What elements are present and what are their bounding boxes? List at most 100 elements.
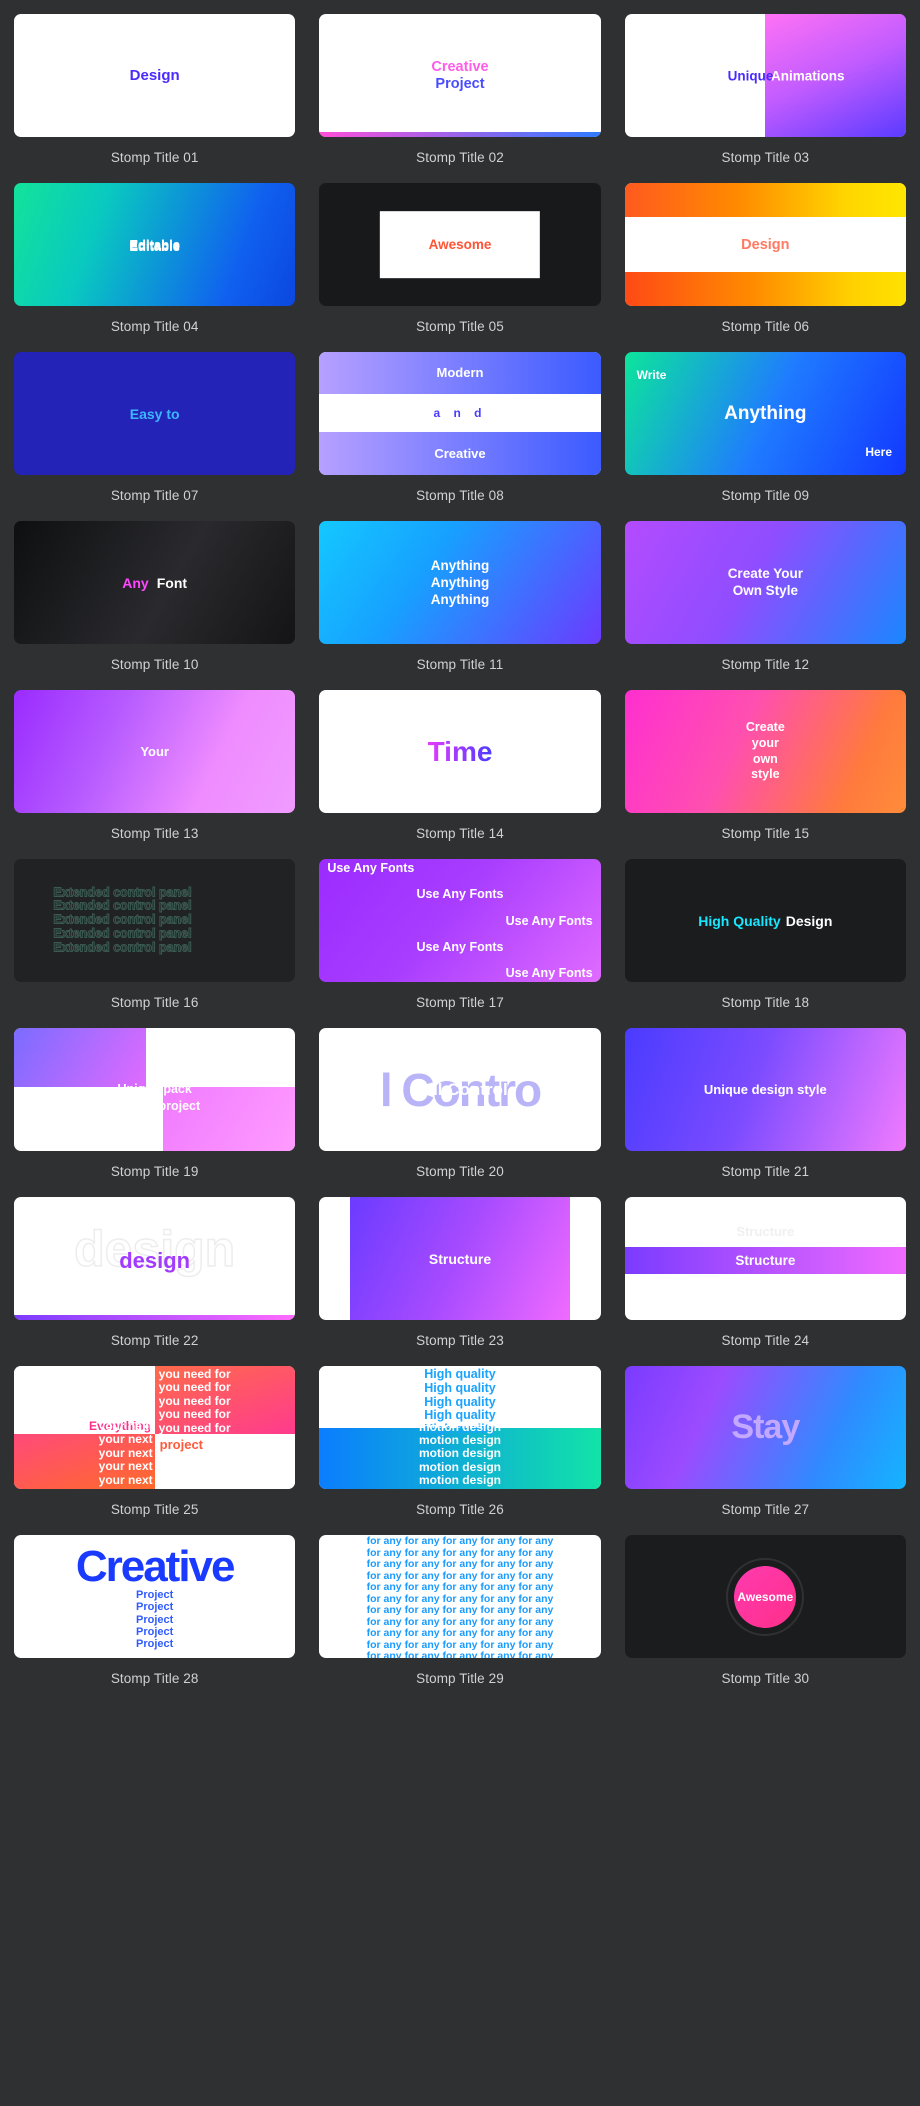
card-headline-line4: Use Any Fonts (416, 939, 504, 954)
template-card[interactable]: Unique Animations Stomp Title 03 (624, 14, 906, 183)
card-headline-group: Project Project Project Project Project (14, 1589, 295, 1656)
card-caption: Stomp Title 25 (110, 1502, 199, 1517)
thumbnail-preview[interactable]: Your (14, 690, 296, 813)
thumbnail-preview[interactable]: you need for you need for you need for y… (14, 1366, 296, 1489)
thumbnail-preview[interactable]: Use Any Fonts Use Any Fonts Use Any Font… (319, 859, 601, 982)
card-caption: Stomp Title 11 (416, 657, 504, 672)
card-headline-line3: own (752, 751, 778, 766)
template-card[interactable]: Create Your Own Style Stomp Title 12 (624, 521, 906, 690)
thumbnail-preview[interactable]: Modern a n d Creative (319, 352, 601, 475)
card-headline-line4: Extended control panel (53, 926, 192, 941)
template-card[interactable]: Create your own style Stomp Title 15 (624, 690, 906, 859)
template-card[interactable]: Awesome Stomp Title 30 (624, 1535, 906, 1704)
gradient-block-left (14, 1028, 147, 1088)
thumbnail-preview[interactable]: Create Your Own Style (624, 521, 906, 644)
thumbnail-preview[interactable]: Time (319, 690, 601, 813)
template-card[interactable]: Stay Stomp Title 27 (624, 1366, 906, 1535)
thumbnail-preview[interactable]: Any Font (14, 521, 296, 644)
card-headline-line1: High Quality (698, 912, 781, 929)
card-headline-line2: a n d (433, 405, 487, 420)
thumbnail-preview[interactable]: High quality High quality High quality H… (319, 1366, 601, 1489)
thumbnail-preview[interactable]: Editable Editable Editable (14, 183, 296, 306)
template-card[interactable]: High quality High quality High quality H… (319, 1366, 601, 1535)
band-top: Modern (319, 352, 601, 394)
template-card[interactable]: Extended control panel Extended control … (14, 859, 296, 1028)
template-card[interactable]: for any for any for any for any for any … (319, 1535, 601, 1704)
card-headline-group: Editable Editable Editable (105, 237, 205, 254)
thumbnail-preview[interactable]: Design (14, 14, 296, 137)
card-headline-line1: Anything (430, 557, 490, 573)
template-card[interactable]: Time Stomp Title 14 (319, 690, 601, 859)
template-card[interactable]: High Quality Design Stomp Title 18 (624, 859, 906, 1028)
card-caption: Stomp Title 07 (110, 488, 199, 503)
template-card[interactable]: Your Stomp Title 13 (14, 690, 296, 859)
card-headline-group: Extended control panel Extended control … (53, 885, 192, 955)
card-headline-group-bottom: motion design motion design motion desig… (319, 1420, 600, 1487)
template-card[interactable]: Anything Anything Anything Stomp Title 1… (319, 521, 601, 690)
card-headline-line2: you need for (158, 1380, 231, 1395)
card-caption: Stomp Title 01 (110, 150, 199, 165)
card-headline-group: Anything Anything Anything (431, 557, 490, 609)
template-card[interactable]: Write Anything Here Stomp Title 09 (624, 352, 906, 521)
thumbnail-preview[interactable]: Anything Anything Anything (319, 521, 601, 644)
template-gallery-grid: Design Stomp Title 01 Creative Project S… (14, 14, 906, 1704)
template-card[interactable]: Creative Project Project Project Project… (14, 1535, 296, 1704)
gradient-panel: Structure (350, 1197, 570, 1320)
template-card[interactable]: Awesome Stomp Title 05 (319, 183, 601, 352)
card-headline-line1: High quality (424, 1367, 496, 1381)
card-headline-line3: Project (136, 1613, 174, 1626)
thumbnail-preview[interactable]: for any for any for any for any for any … (319, 1535, 601, 1658)
thumbnail-preview[interactable]: l Contro Full Control (319, 1028, 601, 1151)
thumbnail-preview[interactable]: design design (14, 1197, 296, 1320)
card-headline-line1: Project (136, 1589, 174, 1602)
accent-bar (319, 132, 601, 137)
template-card[interactable]: Unique pack For you project Stomp Title … (14, 1028, 296, 1197)
thumbnail-preview[interactable]: Design (624, 183, 906, 306)
thumbnail-preview[interactable]: Unique design style (624, 1028, 906, 1151)
thumbnail-preview[interactable]: Easy to (14, 352, 296, 475)
card-headline-line1: you need for (158, 1367, 231, 1381)
template-card[interactable]: Creative Project Stomp Title 02 (319, 14, 601, 183)
thumbnail-preview[interactable]: Create your own style (624, 690, 906, 813)
template-card[interactable]: Any Font Stomp Title 10 (14, 521, 296, 690)
thumbnail-preview[interactable]: High Quality Design (624, 859, 906, 982)
thumbnail-preview[interactable]: Awesome (624, 1535, 906, 1658)
template-card[interactable]: design design Stomp Title 22 (14, 1197, 296, 1366)
card-headline-line5: Extended control panel (53, 940, 192, 955)
card-headline-line3: High quality (424, 1394, 496, 1409)
gradient-band: Structure (624, 1247, 906, 1275)
card-headline-line3: Extended control panel (53, 912, 192, 927)
thumbnail-preview[interactable]: Structure Structure (624, 1197, 906, 1320)
template-card[interactable]: l Contro Full Control Stomp Title 20 (319, 1028, 601, 1197)
card-headline-line4: style (751, 767, 780, 782)
card-headline-line1: Extended control panel (53, 885, 192, 900)
template-card[interactable]: Easy to Stomp Title 07 (14, 352, 296, 521)
card-headline: Full Control (412, 1079, 508, 1099)
template-card[interactable]: Use Any Fonts Use Any Fonts Use Any Font… (319, 859, 601, 1028)
thumbnail-preview[interactable]: Creative Project Project Project Project… (14, 1535, 296, 1658)
thumbnail-preview[interactable]: Creative Project (319, 14, 601, 137)
card-headline-group: for any for any for any for any for any … (319, 1535, 600, 1658)
template-card[interactable]: Editable Editable Editable Stomp Title 0… (14, 183, 296, 352)
card-caption: Stomp Title 30 (721, 1671, 810, 1686)
template-card[interactable]: Modern a n d Creative Stomp Title 08 (319, 352, 601, 521)
thumbnail-preview[interactable]: Stay (624, 1366, 906, 1489)
card-caption: Stomp Title 29 (416, 1671, 504, 1686)
thumbnail-preview[interactable]: Unique pack For you project (14, 1028, 296, 1151)
card-caption: Stomp Title 06 (721, 319, 810, 334)
template-card[interactable]: Structure Structure Stomp Title 24 (624, 1197, 906, 1366)
card-headline: Unique design style (703, 1082, 827, 1097)
thumbnail-preview[interactable]: Awesome (319, 183, 601, 306)
thumbnail-preview[interactable]: Write Anything Here (624, 352, 906, 475)
thumbnail-preview[interactable]: Extended control panel Extended control … (14, 859, 296, 982)
template-card[interactable]: Unique design style Stomp Title 21 (624, 1028, 906, 1197)
card-headline-line2: Project (435, 75, 485, 92)
template-card[interactable]: you need for you need for you need for y… (14, 1366, 296, 1535)
thumbnail-preview[interactable]: Structure (319, 1197, 601, 1320)
template-card[interactable]: Design Stomp Title 06 (624, 183, 906, 352)
template-card[interactable]: Design Stomp Title 01 (14, 14, 296, 183)
template-card[interactable]: Structure Stomp Title 23 (319, 1197, 601, 1366)
card-headline-group-need: you need for you need for you need for y… (155, 1367, 296, 1435)
thumbnail-preview[interactable]: Unique Animations (624, 14, 906, 137)
card-headline-line3: Anything (430, 592, 490, 608)
